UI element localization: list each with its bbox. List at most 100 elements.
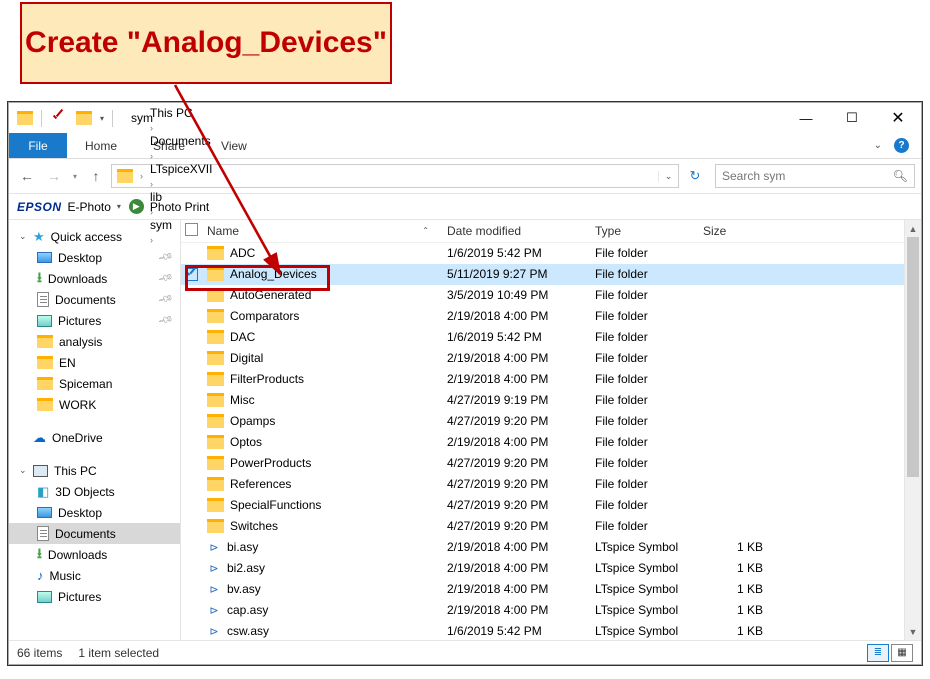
ribbon-collapse-icon[interactable]: ⌄ (874, 140, 882, 151)
scroll-down-button[interactable]: ▼ (905, 623, 921, 640)
table-row[interactable]: Misc4/27/2019 9:19 PMFile folder (181, 390, 904, 411)
address-dropdown-icon[interactable]: ⌄ (658, 171, 678, 182)
row-date: 2/19/2018 4:00 PM (447, 309, 595, 323)
table-row[interactable]: References4/27/2019 9:20 PMFile folder (181, 474, 904, 495)
breadcrumb-item[interactable]: Documents (146, 134, 212, 148)
sidebar-music[interactable]: ♪Music (9, 565, 180, 586)
search-box[interactable]: 🔍︎ (715, 164, 915, 188)
column-headers: Name⌃ Date modified Type Size (181, 220, 904, 243)
table-row[interactable]: ⊳bi.asy2/19/2018 4:00 PMLTspice Symbol1 … (181, 537, 904, 558)
breadcrumb-sep[interactable]: › (136, 171, 146, 181)
table-row[interactable]: ⊳bv.asy2/19/2018 4:00 PMLTspice Symbol1 … (181, 579, 904, 600)
folder-icon (207, 372, 224, 386)
sidebar-item-label: WORK (59, 398, 96, 412)
table-row[interactable]: ⊳csw.asy1/6/2019 5:42 PMLTspice Symbol1 … (181, 621, 904, 640)
row-size: 1 KB (703, 624, 803, 638)
view-details-button[interactable]: ≣ (867, 644, 889, 662)
scroll-up-button[interactable]: ▲ (905, 220, 921, 237)
sidebar-thispc[interactable]: ⌄This PC (9, 460, 180, 481)
table-row[interactable]: FilterProducts2/19/2018 4:00 PMFile fold… (181, 369, 904, 390)
photoprint-label[interactable]: Photo Print (150, 200, 209, 214)
table-row[interactable]: PowerProducts4/27/2019 9:20 PMFile folde… (181, 453, 904, 474)
titlebar-sep (41, 110, 42, 127)
qat-dropdown-icon[interactable]: ▾ (100, 114, 104, 123)
nav-up-button[interactable]: ↑ (84, 164, 108, 188)
col-size[interactable]: Size (703, 224, 803, 238)
sidebar-analysis[interactable]: analysis (9, 331, 180, 352)
select-all-checkbox[interactable] (185, 223, 198, 236)
sidebar-desktop2[interactable]: Desktop (9, 502, 180, 523)
search-input[interactable] (722, 169, 893, 183)
ltspice-symbol-icon: ⊳ (207, 603, 221, 617)
nav-history-dropdown[interactable]: ▾ (69, 172, 81, 181)
scroll-thumb[interactable] (907, 237, 919, 477)
table-row[interactable]: Comparators2/19/2018 4:00 PMFile folder (181, 306, 904, 327)
row-name: SpecialFunctions (230, 498, 321, 512)
sidebar-desktop[interactable]: Desktop📌︎ (9, 247, 180, 268)
folder-icon (207, 309, 224, 323)
table-row[interactable]: DAC1/6/2019 5:42 PMFile folder (181, 327, 904, 348)
breadcrumb-item[interactable]: This PC (146, 106, 212, 120)
table-row[interactable]: ⊳bi2.asy2/19/2018 4:00 PMLTspice Symbol1… (181, 558, 904, 579)
ltspice-symbol-icon: ⊳ (207, 540, 221, 554)
objects3d-icon: ◧ (37, 484, 49, 500)
photoprint-icon[interactable]: ▶ (129, 199, 144, 214)
search-icon[interactable]: 🔍︎ (893, 169, 908, 183)
table-row[interactable]: Opamps4/27/2019 9:20 PMFile folder (181, 411, 904, 432)
row-type: File folder (595, 372, 703, 386)
sidebar-documents2[interactable]: Documents (9, 523, 180, 544)
sidebar-downloads2[interactable]: ⭳Downloads (9, 544, 180, 565)
qat-check-icon[interactable] (50, 109, 68, 127)
chevron-down-icon[interactable]: ⌄ (19, 465, 27, 476)
sidebar-documents[interactable]: Documents📌︎ (9, 289, 180, 310)
refresh-button[interactable]: ↻ (682, 165, 708, 187)
nav-back-button[interactable]: ← (15, 164, 39, 188)
sidebar-en[interactable]: EN (9, 352, 180, 373)
sidebar-pictures2[interactable]: Pictures (9, 586, 180, 607)
sidebar-quick-access[interactable]: ⌄ ★ Quick access (9, 226, 180, 247)
qat-folder-icon[interactable] (76, 111, 92, 125)
help-icon[interactable]: ? (894, 138, 909, 153)
view-icons-button[interactable]: ▦ (891, 644, 913, 662)
breadcrumb-sep[interactable]: › (146, 151, 156, 161)
ribbon-file-tab[interactable]: File (9, 133, 67, 158)
breadcrumb-sep[interactable]: › (146, 123, 156, 133)
sidebar-work[interactable]: WORK (9, 394, 180, 415)
sidebar-onedrive[interactable]: ›☁OneDrive (9, 427, 180, 448)
sidebar-3dobjects[interactable]: ◧3D Objects (9, 481, 180, 502)
nav-forward-button[interactable]: → (42, 164, 66, 188)
col-type[interactable]: Type (595, 224, 703, 238)
folder-icon (207, 393, 224, 407)
ephoto-label[interactable]: E-Photo (68, 200, 111, 214)
col-name[interactable]: Name⌃ (207, 224, 447, 238)
folder-icon (37, 356, 53, 369)
download-icon: ⭳ (37, 267, 42, 291)
breadcrumb-sep[interactable]: › (146, 179, 156, 189)
epson-toolbar: EPSON E-Photo ▾ ▶ Photo Print (9, 194, 921, 220)
maximize-button[interactable]: ☐ (829, 103, 875, 133)
col-date[interactable]: Date modified (447, 224, 595, 238)
window-folder-icon (17, 111, 33, 125)
vertical-scrollbar[interactable]: ▲ ▼ (904, 220, 921, 640)
pin-icon: 📌︎ (157, 313, 174, 329)
sidebar-downloads[interactable]: ⭳Downloads📌︎ (9, 268, 180, 289)
minimize-button[interactable]: — (783, 103, 829, 133)
ephoto-dropdown-icon[interactable]: ▾ (117, 202, 121, 211)
table-row[interactable]: ⊳cap.asy2/19/2018 4:00 PMLTspice Symbol1… (181, 600, 904, 621)
music-icon: ♪ (37, 568, 44, 583)
breadcrumb-bar[interactable]: › This PC›Documents›LTspiceXVII›lib›sym›… (111, 164, 679, 188)
table-row[interactable]: ADC1/6/2019 5:42 PMFile folder (181, 243, 904, 264)
table-row[interactable]: Switches4/27/2019 9:20 PMFile folder (181, 516, 904, 537)
sidebar-spiceman[interactable]: Spiceman (9, 373, 180, 394)
row-date: 2/19/2018 4:00 PM (447, 582, 595, 596)
table-row[interactable]: SpecialFunctions4/27/2019 9:20 PMFile fo… (181, 495, 904, 516)
chevron-down-icon[interactable]: ⌄ (19, 231, 27, 242)
table-row[interactable]: Optos2/19/2018 4:00 PMFile folder (181, 432, 904, 453)
breadcrumb-item[interactable]: LTspiceXVII (146, 162, 212, 176)
ribbon-home-tab[interactable]: Home (67, 133, 135, 158)
row-type: LTspice Symbol (595, 582, 703, 596)
sidebar-pictures[interactable]: Pictures📌︎ (9, 310, 180, 331)
table-row[interactable]: Digital2/19/2018 4:00 PMFile folder (181, 348, 904, 369)
picture-icon (37, 315, 52, 327)
close-button[interactable]: ✕ (875, 103, 921, 133)
